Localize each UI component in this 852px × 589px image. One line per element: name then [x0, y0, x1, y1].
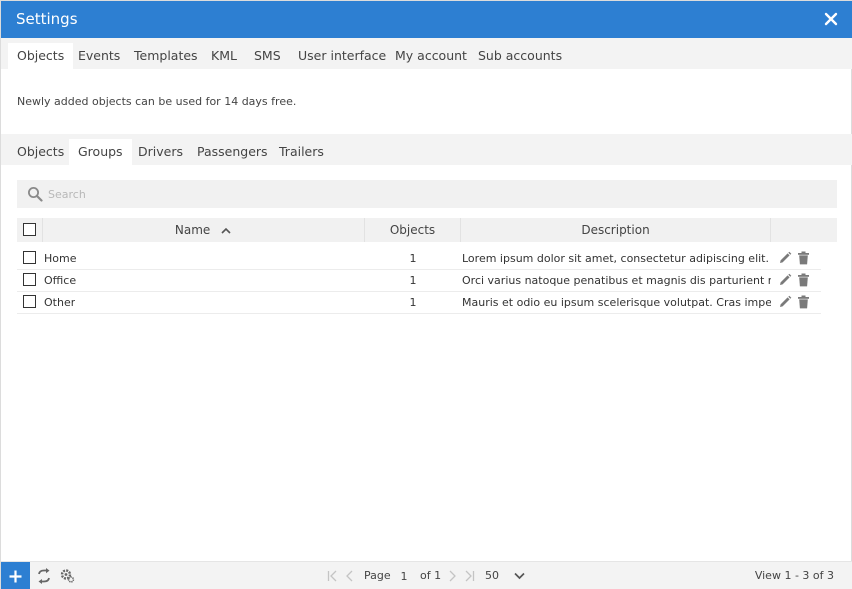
groups-grid-header: Name Objects Description — [17, 218, 837, 242]
main-tabbar: Objects Events Templates KML SMS User in… — [1, 38, 852, 69]
tab-events[interactable]: Events — [69, 43, 129, 69]
records-info: View 1 - 3 of 3 — [754, 569, 834, 582]
trash-icon[interactable] — [797, 251, 810, 265]
tab-objects[interactable]: Objects — [8, 43, 74, 69]
settings-dialog: Settings Objects Events Templates KML SM… — [0, 0, 852, 589]
next-page-icon[interactable] — [448, 570, 457, 582]
search-icon — [28, 187, 43, 202]
page-count-label: of 1 — [420, 569, 442, 582]
title-bar: Settings — [1, 1, 852, 38]
pencil-icon[interactable] — [778, 273, 792, 287]
page-label: Page — [364, 569, 391, 582]
select-all-cell — [17, 218, 42, 242]
group-name: Office — [44, 274, 77, 287]
table-row[interactable]: Office 1 Orci varius natoque penatibus e… — [17, 270, 821, 292]
previous-page-icon[interactable] — [345, 570, 354, 582]
free-trial-notice: Newly added objects can be used for 14 d… — [17, 95, 297, 108]
row-checkbox[interactable] — [23, 295, 36, 308]
page-size-select[interactable]: 50 — [483, 562, 531, 589]
tab-kml[interactable]: KML — [202, 43, 246, 69]
table-row[interactable]: Other 1 Mauris et odio eu ipsum sceleris… — [17, 292, 821, 314]
row-checkbox[interactable] — [23, 273, 36, 286]
row-checkbox[interactable] — [23, 251, 36, 264]
tab-sms[interactable]: SMS — [245, 43, 290, 69]
group-description: Lorem ipsum dolor sit amet, consectetur … — [462, 252, 771, 265]
tab-templates[interactable]: Templates — [125, 43, 207, 69]
search-input[interactable] — [48, 184, 818, 204]
group-object-count: 1 — [409, 274, 417, 287]
table-row[interactable]: Home 1 Lorem ipsum dolor sit amet, conse… — [17, 248, 821, 270]
dialog-title: Settings — [16, 10, 78, 28]
tab-my-account[interactable]: My account — [386, 43, 476, 69]
group-name: Other — [44, 296, 76, 309]
tab-sub-accounts[interactable]: Sub accounts — [469, 43, 571, 69]
objects-subtabbar: Objects Groups Drivers Passengers Traile… — [1, 134, 852, 165]
grid-footer: Page of 1 50 View 1 - 3 of 3 — [1, 561, 852, 589]
plus-icon — [9, 570, 22, 583]
group-name: Home — [44, 252, 77, 265]
gear-icon[interactable] — [59, 567, 75, 584]
add-group-button[interactable] — [1, 562, 30, 589]
group-object-count: 1 — [409, 296, 417, 309]
chevron-up-icon — [221, 227, 231, 234]
refresh-icon[interactable] — [37, 568, 51, 584]
objects-column-header[interactable]: Objects — [365, 218, 461, 242]
select-all-checkbox[interactable] — [23, 223, 36, 236]
page-size-value: 50 — [485, 569, 499, 582]
subtab-groups[interactable]: Groups — [69, 139, 132, 165]
close-button[interactable] — [821, 9, 841, 29]
description-column-header[interactable]: Description — [461, 218, 771, 242]
actions-column-header — [771, 218, 837, 242]
subtab-drivers[interactable]: Drivers — [129, 139, 192, 165]
tab-user-interface[interactable]: User interface — [289, 43, 395, 69]
pencil-icon[interactable] — [778, 295, 792, 309]
last-page-icon[interactable] — [464, 570, 475, 582]
first-page-icon[interactable] — [327, 570, 338, 582]
subtab-objects[interactable]: Objects — [8, 139, 73, 165]
subtab-passengers[interactable]: Passengers — [188, 139, 277, 165]
chevron-down-icon — [514, 572, 525, 580]
group-object-count: 1 — [409, 252, 417, 265]
trash-icon[interactable] — [797, 295, 810, 309]
group-description: Orci varius natoque penatibus et magnis … — [462, 274, 771, 287]
pencil-icon[interactable] — [778, 251, 792, 265]
name-column-label: Name — [174, 223, 211, 237]
page-number-input[interactable] — [395, 567, 413, 585]
subtab-trailers[interactable]: Trailers — [270, 139, 333, 165]
group-description: Mauris et odio eu ipsum scelerisque volu… — [462, 296, 771, 309]
trash-icon[interactable] — [797, 273, 810, 287]
close-icon — [824, 12, 838, 26]
search-bar — [17, 180, 837, 208]
name-column-header[interactable]: Name — [42, 218, 365, 242]
